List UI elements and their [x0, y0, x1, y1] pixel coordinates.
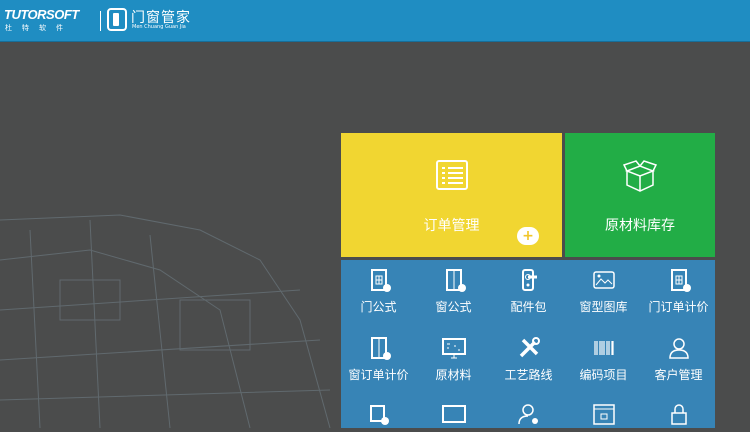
menu-panel: 门公式 窗公式 配件包 窗型图库 门订单计价窗订单计价 原材料 工艺路线 编码项目 客户管理	[341, 260, 715, 428]
document-check-icon	[369, 405, 389, 425]
user-icon	[668, 338, 689, 359]
menu-item[interactable]: 配件包	[491, 268, 566, 315]
monitor-icon	[441, 338, 466, 359]
menu-item[interactable]: 窗订单计价	[341, 336, 416, 383]
menu-item[interactable]: 编码项目	[566, 336, 641, 383]
background-blueprint	[0, 214, 331, 428]
image-icon	[592, 271, 615, 289]
door-handle-icon	[521, 269, 537, 291]
menu-item[interactable]: 窗型图库	[566, 268, 641, 315]
menu-item-label: 窗公式	[435, 300, 472, 314]
divider	[100, 11, 101, 31]
menu-item[interactable]: 工艺路线	[491, 336, 566, 383]
app-logo-icon	[107, 8, 127, 31]
lock-icon	[670, 404, 687, 425]
menu-item-label: 门公式	[360, 300, 397, 314]
browser-lock-icon	[592, 404, 615, 425]
tile-material-stock[interactable]: 原材料库存	[565, 133, 715, 257]
window-add-icon	[370, 337, 391, 360]
menu-item-label: 原材料	[435, 368, 472, 382]
menu-item[interactable]: 门订单计价	[641, 268, 716, 315]
menu-item-label: 窗订单计价	[348, 368, 409, 382]
box-icon	[623, 160, 657, 192]
list-icon	[435, 160, 468, 190]
menu-item[interactable]: 门公式	[341, 268, 416, 315]
door-add-icon	[670, 269, 691, 292]
header: TUTORSOFT 杜特软件 门窗管家 Men Chuang Guan Jia	[0, 0, 750, 42]
menu-item[interactable]: 原材料	[416, 336, 491, 383]
user-settings-icon	[517, 404, 538, 425]
barcode-icon	[593, 341, 614, 355]
brand-logo: TUTORSOFT	[4, 7, 79, 22]
window-formula-icon	[445, 269, 466, 292]
brand-subtitle: 杜特软件	[5, 24, 73, 32]
app-name-en: Men Chuang Guan Jia	[132, 24, 186, 30]
menu-item-label: 客户管理	[654, 368, 703, 382]
menu-item-label: 窗型图库	[579, 300, 628, 314]
menu-item[interactable]: 客户管理	[641, 336, 716, 383]
menu-item-label: 工艺路线	[504, 368, 553, 382]
tile-order-management[interactable]: 订单管理 +	[341, 133, 562, 257]
tile-label: 原材料库存	[605, 218, 675, 234]
tools-icon	[519, 337, 540, 358]
screen-icon	[441, 405, 466, 423]
menu-item-label: 门订单计价	[648, 300, 709, 314]
door-formula-icon	[370, 269, 391, 292]
menu-item-label: 编码项目	[579, 368, 628, 382]
menu-item[interactable]: 窗公式	[416, 268, 491, 315]
add-order-button[interactable]: +	[517, 227, 539, 245]
menu-item-label: 配件包	[510, 300, 547, 314]
